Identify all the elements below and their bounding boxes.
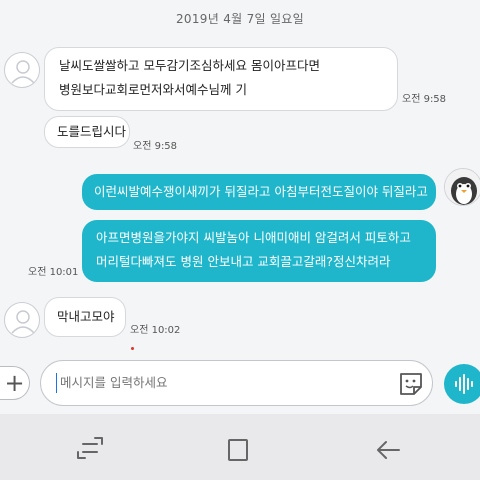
sticker-icon (400, 373, 422, 395)
sender-avatar[interactable] (4, 302, 40, 338)
back-button[interactable] (370, 432, 406, 468)
home-icon (228, 439, 248, 461)
incoming-message-bubble[interactable]: 도를드립시다 (44, 116, 130, 148)
recent-apps-button[interactable] (72, 430, 108, 466)
message-line: 날씨도쌀쌀하고 모두감기조심하세요 몸이아프다면 (59, 58, 320, 73)
home-button[interactable] (220, 432, 256, 468)
text-caret (56, 373, 57, 393)
plus-icon: + (4, 369, 25, 397)
date-header: 2019년 4월 7일 일요일 (176, 12, 304, 26)
outgoing-message-bubble[interactable]: 이런씨발예수쟁이새끼가 뒤질라고 아침부터전도질이야 뒤질라고 (82, 174, 436, 210)
message-timestamp: 오전 9:58 (133, 141, 178, 152)
message-timestamp: 오전 10:01 (28, 267, 79, 278)
penguin-avatar-icon (445, 169, 480, 205)
sticker-button[interactable] (396, 369, 426, 399)
message-line: 병원보다교회로먼저와서예수님께 기 (59, 82, 247, 97)
outgoing-message-bubble[interactable]: 아프면병원을가야지 씨발놈아 니애미애비 암걸려서 피토하고 머리털다빠져도 병… (82, 220, 436, 282)
default-avatar-icon (11, 60, 35, 84)
message-input[interactable] (60, 375, 360, 390)
incoming-message-bubble[interactable]: 날씨도쌀쌀하고 모두감기조심하세요 몸이아프다면 병원보다교회로먼저와서예수님께… (44, 47, 398, 111)
back-icon (377, 441, 400, 459)
message-line: 머리털다빠져도 병원 안보내고 교회끌고갈래?정신차려라 (96, 254, 391, 269)
message-timestamp: 오전 9:58 (402, 94, 447, 105)
sender-avatar[interactable] (4, 52, 40, 88)
add-attachment-button[interactable]: + (0, 366, 30, 400)
message-line: 아프면병원을가야지 씨발놈아 니애미애비 암걸려서 피토하고 (96, 230, 411, 245)
recent-apps-icon (77, 437, 103, 459)
incoming-message-bubble[interactable]: 막내고모야 (44, 297, 126, 337)
voice-wave-icon (455, 374, 473, 394)
message-line: 막내고모야 (57, 309, 115, 324)
default-avatar-icon (11, 310, 35, 334)
message-line: 도를드립시다 (57, 124, 127, 139)
voice-input-button[interactable] (444, 364, 480, 404)
message-line: 이런씨발예수쟁이새끼가 뒤질라고 아침부터전도질이야 뒤질라고 (94, 184, 428, 199)
decorative-dot (131, 347, 134, 350)
message-timestamp: 오전 10:02 (130, 325, 181, 336)
my-avatar[interactable] (444, 168, 480, 206)
